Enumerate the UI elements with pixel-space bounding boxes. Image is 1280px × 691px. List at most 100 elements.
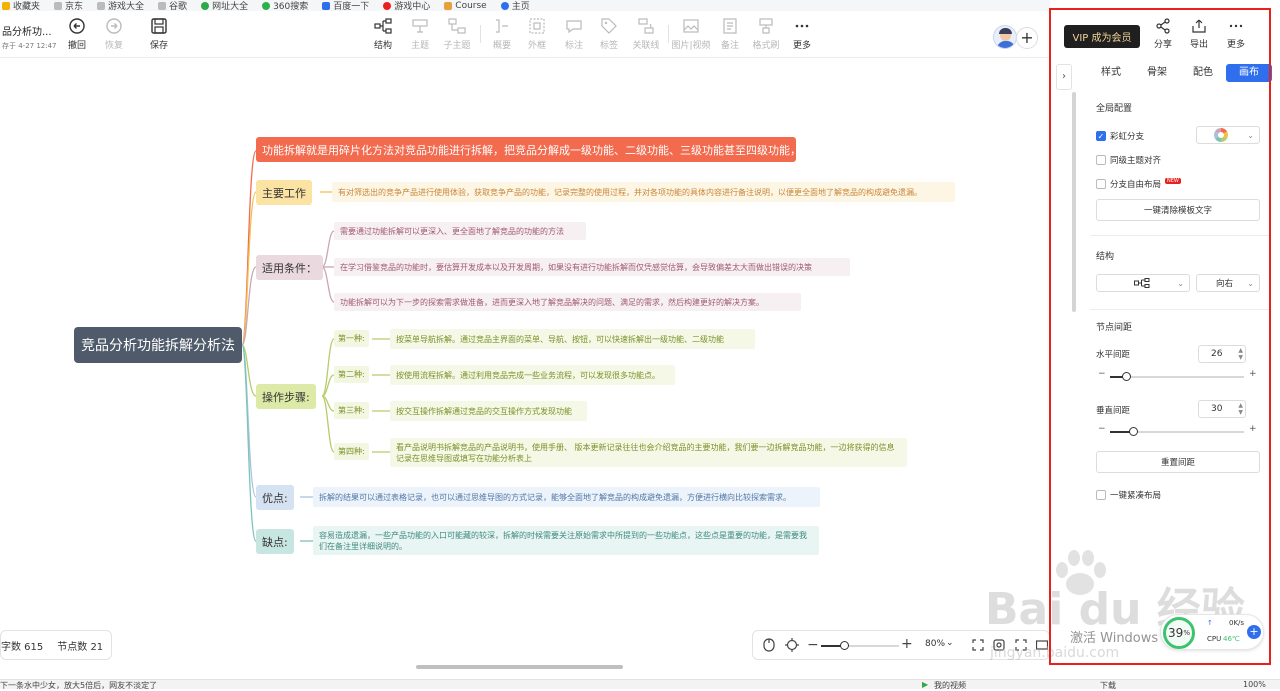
redo-button[interactable]: 恢复	[96, 17, 132, 55]
structure-button[interactable]: 结构	[365, 17, 401, 55]
tab-skeleton[interactable]: 骨架	[1134, 64, 1180, 82]
news-ticker[interactable]: 下一条水中少女，放大5倍后，网友不淡定了	[0, 680, 157, 691]
zoom-slider-knob[interactable]	[840, 641, 849, 650]
step-detail[interactable]: 看产品说明书拆解竞品的产品说明书，使用手册、 版本更新记录往往也会介绍竞品的主要…	[390, 438, 907, 467]
subtopic-button[interactable]: 子主题	[439, 17, 475, 55]
link-line-button[interactable]: 关联线	[628, 17, 664, 55]
add-icon[interactable]: +	[1247, 625, 1261, 639]
checkbox-icon[interactable]	[1096, 155, 1106, 165]
tab-style[interactable]: 样式	[1088, 64, 1134, 82]
topic-cons[interactable]: 缺点:	[256, 529, 294, 554]
mindmap-canvas[interactable]: 竞品分析功能拆解分析法 功能拆解就是用碎片化方法对竞品功能进行拆解，把竞品分解成…	[0, 59, 1050, 669]
checkbox-icon[interactable]	[1096, 490, 1106, 500]
save-button[interactable]: 保存	[141, 17, 177, 55]
collapse-panel-button[interactable]: ›	[1056, 64, 1072, 90]
image-video-button[interactable]: 图片|视频	[671, 17, 711, 55]
root-topic[interactable]: 竞品分析功能拆解分析法	[74, 327, 242, 363]
bookmark-item[interactable]: 360搜索	[262, 0, 308, 11]
tab-canvas[interactable]: 画布	[1226, 64, 1272, 82]
panel-more-button[interactable]: 更多	[1219, 18, 1253, 54]
more-button[interactable]: 更多	[784, 17, 820, 55]
my-video-link[interactable]: 我的视频	[934, 680, 966, 691]
bookmark-item[interactable]: Course	[444, 1, 487, 11]
step-tag[interactable]: 第三种:	[334, 402, 369, 419]
direction-select[interactable]: 向右 ⌄	[1196, 274, 1260, 292]
minus-icon[interactable]: −	[1098, 424, 1106, 434]
plus-icon[interactable]: +	[1249, 424, 1257, 434]
step-detail[interactable]: 按使用流程拆解。通过利用竞品完成一些业务流程，可以发现很多功能点。	[390, 365, 675, 385]
zoom-in-icon[interactable]: +	[901, 636, 913, 652]
checkbox-icon[interactable]	[1096, 179, 1106, 189]
pros-detail[interactable]: 拆解的结果可以通过表格记录，也可以通过思维导图的方式记录，能够全面地了解竞品的构…	[313, 487, 820, 507]
plus-icon[interactable]: +	[1249, 369, 1257, 379]
bookmark-item[interactable]: 主页	[500, 0, 530, 11]
bookmark-item[interactable]: 网址大全	[201, 0, 248, 11]
download-link[interactable]: 下载	[1100, 680, 1116, 691]
condition-item[interactable]: 功能拆解可以为下一步的探索需求做准备，进而更深入地了解竞品解决的问题、满足的需求…	[334, 293, 801, 311]
stepper-icon[interactable]: ▲ ▼	[1238, 402, 1243, 416]
fit-screen-icon[interactable]	[972, 639, 984, 651]
bookmark-item[interactable]: 百度一下	[322, 0, 369, 11]
tab-color-scheme[interactable]: 配色	[1180, 64, 1226, 82]
document-title[interactable]: 品分析功...	[2, 23, 52, 38]
step-tag[interactable]: 第四种:	[334, 443, 369, 460]
step-detail[interactable]: 按交互操作拆解通过竞品的交互操作方式发现功能	[390, 401, 587, 421]
tag-button[interactable]: 标签	[591, 17, 627, 55]
chevron-down-icon[interactable]: ⌄	[946, 638, 954, 648]
frame-button[interactable]: 外框	[519, 17, 555, 55]
step-detail[interactable]: 按菜单导航拆解。通过竞品主界面的菜单、导航、按钮，可以快速拆解出一级功能、二级功…	[390, 329, 755, 349]
same-level-align-option[interactable]: 同级主题对齐	[1096, 154, 1161, 166]
add-collaborator-button[interactable]: +	[1016, 27, 1038, 49]
topic-button[interactable]: 主题	[402, 17, 438, 55]
locate-icon[interactable]	[785, 638, 799, 652]
panel-scrollbar[interactable]	[1072, 92, 1076, 312]
free-layout-option[interactable]: 分支自由布局 NEW	[1096, 178, 1181, 190]
format-brush-button[interactable]: 格式刷	[748, 17, 784, 55]
condition-item[interactable]: 需要通过功能拆解可以更深入、更全面地了解竞品的功能的方法	[334, 222, 586, 240]
h-spacing-input[interactable]: 26 ▲ ▼	[1198, 345, 1246, 363]
condition-item[interactable]: 在学习借鉴竞品的功能时，要估算开发成本以及开发周期，如果没有进行功能拆解而仅凭感…	[334, 258, 850, 276]
v-spacing-input[interactable]: 30 ▲ ▼	[1198, 400, 1246, 418]
vip-button[interactable]: VIP 成为会员	[1064, 25, 1140, 48]
headline-topic[interactable]: 功能拆解就是用碎片化方法对竞品功能进行拆解，把竞品分解成一级功能、二级功能、三级…	[256, 137, 801, 162]
h-spacing-slider[interactable]: − +	[1096, 369, 1260, 383]
minus-icon[interactable]: −	[1098, 369, 1106, 379]
bookmark-item[interactable]: 游戏大全	[97, 0, 144, 11]
bookmark-item[interactable]: 游戏中心	[383, 0, 430, 11]
compact-layout-option[interactable]: 一键紧凑布局	[1096, 489, 1161, 501]
clear-template-text-button[interactable]: 一键清除模板文字	[1096, 199, 1260, 221]
mouse-icon[interactable]	[763, 638, 775, 652]
topic-main-work[interactable]: 主要工作	[256, 180, 312, 205]
bookmark-item[interactable]: 收藏夹	[2, 0, 40, 11]
structure-select[interactable]: ⌄	[1096, 274, 1190, 292]
canvas-horizontal-scrollbar[interactable]	[416, 665, 623, 669]
slider-knob[interactable]	[1129, 427, 1138, 436]
annotation-button[interactable]: 标注	[556, 17, 592, 55]
rainbow-branch-option[interactable]: ✓ 彩虹分支	[1096, 130, 1144, 142]
checkbox-checked-icon[interactable]: ✓	[1096, 131, 1106, 141]
main-work-detail[interactable]: 有对筛选出的竞争产品进行使用体验，获取竞争产品的功能，记录完整的使用过程，并对各…	[332, 182, 955, 202]
bookmark-item[interactable]: 谷歌	[158, 0, 187, 11]
bookmark-item[interactable]: 京东	[54, 0, 83, 11]
cpu-monitor-widget[interactable]: 39% ↑ 0K/s CPU 46℃ +	[1160, 614, 1264, 650]
topic-conditions[interactable]: 适用条件：	[256, 255, 323, 280]
browser-zoom[interactable]: 100%	[1243, 680, 1266, 689]
slider-knob[interactable]	[1122, 372, 1131, 381]
note-button[interactable]: 备注	[712, 17, 748, 55]
reset-spacing-button[interactable]: 重置间距	[1096, 451, 1260, 473]
step-tag[interactable]: 第二种:	[334, 366, 369, 383]
export-button[interactable]: 导出	[1182, 18, 1216, 54]
topic-pros[interactable]: 优点:	[256, 485, 294, 510]
undo-button[interactable]: 撤回	[59, 17, 95, 55]
topic-steps[interactable]: 操作步骤:	[256, 384, 316, 409]
stepper-icon[interactable]: ▲ ▼	[1238, 347, 1243, 361]
step-tag[interactable]: 第一种:	[334, 330, 369, 347]
rainbow-palette-select[interactable]: ⌄	[1196, 126, 1260, 144]
zoom-level[interactable]: 80%	[925, 639, 945, 649]
cons-detail[interactable]: 容易造成遗漏，一些产品功能的入口可能藏的较深，拆解的时候需要关注原始需求中所提到…	[313, 526, 819, 555]
zoom-out-icon[interactable]: −	[807, 637, 819, 653]
share-button[interactable]: 分享	[1146, 18, 1180, 54]
v-spacing-slider[interactable]: − +	[1096, 424, 1260, 438]
summary-button[interactable]: 概要	[484, 17, 520, 55]
user-avatar[interactable]	[993, 25, 1017, 49]
